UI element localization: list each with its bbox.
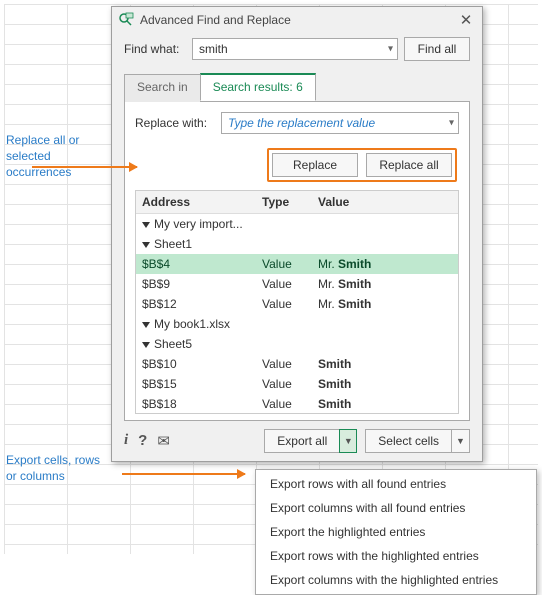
callout-arrow <box>32 166 137 168</box>
replace-all-button[interactable]: Replace all <box>366 153 452 177</box>
cell-address: $B$9 <box>136 277 256 291</box>
cell-type: Value <box>256 277 312 291</box>
cell-type: Value <box>256 297 312 311</box>
chevron-down-icon[interactable]: ▼ <box>451 430 469 452</box>
result-row[interactable]: $B$15ValueSmith <box>136 374 458 394</box>
chevron-down-icon[interactable]: ▼ <box>339 429 357 453</box>
cell-value: Smith <box>312 377 458 391</box>
col-value[interactable]: Value <box>312 191 458 213</box>
tree-node[interactable]: My very import... <box>136 214 458 234</box>
cell-address: $B$4 <box>136 257 256 271</box>
tab-search-results[interactable]: Search results: 6 <box>200 73 316 101</box>
tab-search-in[interactable]: Search in <box>124 74 201 102</box>
replace-with-label: Replace with: <box>135 116 215 130</box>
find-what-input[interactable]: smith ▾ <box>192 38 398 60</box>
dialog-title: Advanced Find and Replace <box>140 13 456 27</box>
replace-with-input[interactable]: Type the replacement value ▾ <box>221 112 459 134</box>
cell-value: Mr. Smith <box>312 257 458 271</box>
replace-buttons-wrap: Replace Replace all <box>135 146 459 184</box>
triangle-down-icon <box>142 242 150 248</box>
find-replace-dialog: Advanced Find and Replace ✕ Find what: s… <box>111 6 483 462</box>
callout-replace: Replace all or selected occurrences <box>6 132 116 181</box>
cell-type: Value <box>256 397 312 411</box>
find-all-button[interactable]: Find all <box>404 37 470 61</box>
callout-arrow <box>122 473 245 475</box>
cell-value: Smith <box>312 357 458 371</box>
export-all-button[interactable]: Export all ▼ <box>264 429 357 453</box>
cell-type: Value <box>256 377 312 391</box>
result-row[interactable]: $B$9ValueMr. Smith <box>136 274 458 294</box>
col-address[interactable]: Address <box>136 191 256 213</box>
footer-bar: i ? ✉ Export all ▼ Select cells ▼ <box>124 429 470 453</box>
menu-item[interactable]: Export rows with the highlighted entries <box>256 544 536 568</box>
results-grid: Address Type Value My very import...Shee… <box>135 190 459 414</box>
menu-item[interactable]: Export columns with all found entries <box>256 496 536 520</box>
result-row[interactable]: $B$18ValueSmith <box>136 394 458 414</box>
tab-body: Replace with: Type the replacement value… <box>124 102 470 421</box>
replace-with-placeholder: Type the replacement value <box>228 116 375 130</box>
find-what-label: Find what: <box>124 42 186 56</box>
tabstrip: Search in Search results: 6 <box>124 73 470 102</box>
tree-node[interactable]: Sheet1 <box>136 234 458 254</box>
cell-value: Mr. Smith <box>312 297 458 311</box>
cell-address: $B$15 <box>136 377 256 391</box>
footer-icons: i ? ✉ <box>124 432 170 450</box>
app-icon <box>118 12 134 28</box>
cell-address: $B$12 <box>136 297 256 311</box>
result-row[interactable]: $B$12ValueMr. Smith <box>136 294 458 314</box>
chevron-down-icon[interactable]: ▾ <box>449 118 454 129</box>
callout-highlight-box: Replace Replace all <box>267 148 457 182</box>
tree-node[interactable]: My book1.xlsx <box>136 314 458 334</box>
triangle-down-icon <box>142 222 150 228</box>
result-row[interactable]: $B$10ValueSmith <box>136 354 458 374</box>
replace-button[interactable]: Replace <box>272 153 358 177</box>
result-row[interactable]: $B$4ValueMr. Smith <box>136 254 458 274</box>
cell-value: Smith <box>312 397 458 411</box>
info-icon[interactable]: i <box>124 432 128 450</box>
cell-address: $B$18 <box>136 397 256 411</box>
menu-item[interactable]: Export columns with the highlighted entr… <box>256 568 536 592</box>
close-icon[interactable]: ✕ <box>456 11 476 29</box>
titlebar: Advanced Find and Replace ✕ <box>112 7 482 33</box>
menu-item[interactable]: Export the highlighted entries <box>256 520 536 544</box>
replace-row: Replace with: Type the replacement value… <box>135 112 459 138</box>
cell-address: $B$10 <box>136 357 256 371</box>
col-type[interactable]: Type <box>256 191 312 213</box>
results-body: My very import...Sheet1$B$4ValueMr. Smit… <box>136 214 458 414</box>
mail-icon[interactable]: ✉ <box>157 432 170 450</box>
cell-type: Value <box>256 257 312 271</box>
cell-type: Value <box>256 357 312 371</box>
cell-value: Mr. Smith <box>312 277 458 291</box>
results-header: Address Type Value <box>136 191 458 214</box>
tree-node[interactable]: Sheet5 <box>136 334 458 354</box>
callout-export: Export cells, rows or columns <box>6 452 116 484</box>
triangle-down-icon <box>142 342 150 348</box>
export-menu: Export rows with all found entriesExport… <box>255 469 537 595</box>
menu-item[interactable]: Export rows with all found entries <box>256 472 536 496</box>
chevron-down-icon[interactable]: ▾ <box>388 44 393 55</box>
find-row: Find what: smith ▾ Find all <box>112 33 482 65</box>
find-what-value: smith <box>199 42 228 56</box>
select-cells-button[interactable]: Select cells ▼ <box>365 429 470 453</box>
triangle-down-icon <box>142 322 150 328</box>
help-icon[interactable]: ? <box>138 432 147 450</box>
